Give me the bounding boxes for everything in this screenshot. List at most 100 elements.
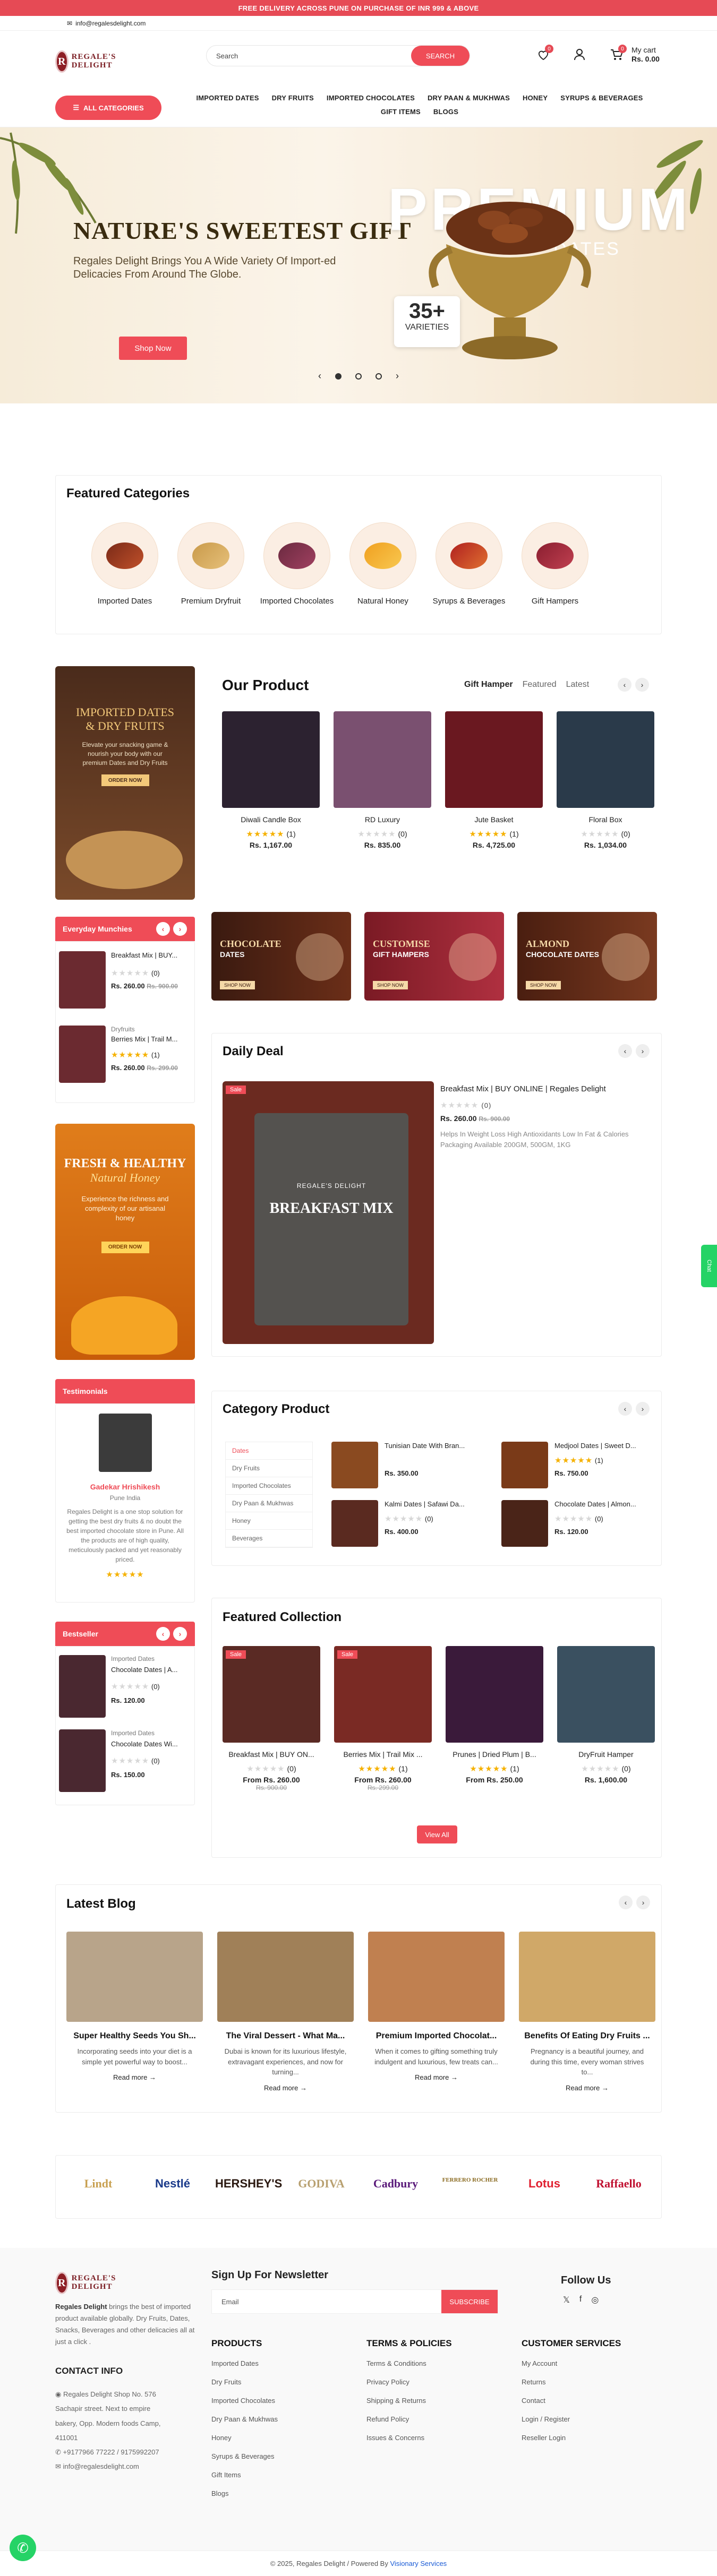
search-box[interactable]: Search SEARCH: [206, 45, 470, 66]
category-tab-5[interactable]: Beverages: [226, 1530, 312, 1547]
munchies-item[interactable]: Dryfruits Berries Mix | Trail M... ★★★★★ (…: [56, 1026, 195, 1095]
mid-banner-button[interactable]: SHOP NOW: [220, 981, 255, 989]
promo-left-button[interactable]: ORDER NOW: [101, 774, 149, 787]
category-tab-4[interactable]: Honey: [226, 1512, 312, 1530]
footer-link-products[interactable]: Gift Items: [211, 2466, 278, 2484]
slider-dot-2[interactable]: [355, 373, 362, 380]
phone-row[interactable]: ✆ +9177966 77222 / 9175992207: [55, 2445, 172, 2459]
top-email[interactable]: ✉ info@regalesdelight.com: [67, 20, 146, 27]
mid-banner-1[interactable]: CUSTOMISE GIFT HAMPERS SHOP NOW: [364, 912, 504, 1001]
bestseller-item[interactable]: Imported Dates Chocolate Dates Wi... ★★★★★…: [56, 1729, 195, 1798]
tab-featured[interactable]: Featured: [523, 680, 557, 690]
collection-card[interactable]: Sale Breakfast Mix | BUY ON... ★★★★★ (0) Fr…: [223, 1646, 320, 1791]
deal-prev-icon[interactable]: ‹: [618, 1044, 632, 1058]
twitter-icon[interactable]: 𝕏: [563, 2295, 570, 2305]
subscribe-button[interactable]: SUBSCRIBE: [441, 2290, 498, 2313]
bestseller-next-icon[interactable]: ›: [173, 1627, 187, 1641]
read-more-link[interactable]: Read more →: [66, 2073, 203, 2081]
chat-tab[interactable]: Chat: [701, 1245, 717, 1287]
read-more-link[interactable]: Read more →: [368, 2073, 505, 2081]
blog-card[interactable]: Super Healthy Seeds You Sh... Incorporati…: [66, 1932, 203, 2081]
nav-item-6[interactable]: GIFT ITEMS: [381, 105, 421, 119]
catprod-next-icon[interactable]: ›: [636, 1402, 650, 1416]
footer-link-service[interactable]: Reseller Login: [522, 2428, 621, 2447]
honey-promo[interactable]: FRESH & HEALTHY Natural Honey Experience…: [55, 1124, 195, 1360]
blog-card[interactable]: Benefits Of Eating Dry Fruits ... Pregnan…: [519, 1932, 655, 2092]
category-card-2[interactable]: Imported Chocolates: [260, 522, 334, 606]
nav-item-7[interactable]: BLOGS: [433, 105, 458, 119]
category-product-item[interactable]: Medjool Dates | Sweet D... ★★★★★ (1) Rs. 7…: [501, 1442, 650, 1495]
tab-latest[interactable]: Latest: [566, 680, 590, 690]
read-more-link[interactable]: Read more →: [519, 2084, 655, 2092]
blog-card[interactable]: Premium Imported Chocolat... When it come…: [368, 1932, 505, 2081]
slider-prev-icon[interactable]: ‹: [318, 371, 321, 382]
imported-dates-promo[interactable]: IMPORTED DATES & DRY FRUITS Elevate your…: [55, 666, 195, 900]
footer-link-service[interactable]: My Account: [522, 2354, 621, 2373]
footer-link-products[interactable]: Dry Fruits: [211, 2373, 278, 2391]
product-card[interactable]: Jute Basket ★★★★★ (1) Rs. 4,725.00: [445, 711, 543, 849]
slider-dot-3[interactable]: [375, 373, 382, 380]
footer-link-products[interactable]: Imported Chocolates: [211, 2391, 278, 2410]
deal-next-icon[interactable]: ›: [636, 1044, 650, 1058]
facebook-icon[interactable]: f: [579, 2295, 582, 2305]
site-logo[interactable]: R REGALE'S DELIGHT: [55, 31, 117, 92]
nav-item-1[interactable]: DRY FRUITS: [272, 91, 314, 105]
category-card-4[interactable]: Syrups & Beverages: [432, 522, 506, 606]
product-card[interactable]: RD Luxury ★★★★★ (0) Rs. 835.00: [334, 711, 431, 849]
blog-card[interactable]: The Viral Dessert - What Ma... Dubai is k…: [217, 1932, 354, 2092]
munchies-next-icon[interactable]: ›: [173, 922, 187, 936]
category-tab-1[interactable]: Dry Fruits: [226, 1460, 312, 1477]
whatsapp-icon[interactable]: ✆: [10, 2535, 36, 2561]
munchies-item[interactable]: Breakfast Mix | BUY... ★★★★★ (0) Rs. 260.0…: [56, 951, 195, 1020]
catprod-prev-icon[interactable]: ‹: [618, 1402, 632, 1416]
newsletter-email-input[interactable]: Email SUBSCRIBE: [211, 2289, 498, 2314]
category-tab-2[interactable]: Imported Chocolates: [226, 1477, 312, 1495]
footer-link-products[interactable]: Imported Dates: [211, 2354, 278, 2373]
footer-link-terms[interactable]: Privacy Policy: [366, 2373, 452, 2391]
view-all-button[interactable]: View All: [417, 1825, 457, 1843]
footer-link-service[interactable]: Contact: [522, 2391, 621, 2410]
footer-link-terms[interactable]: Terms & Conditions: [366, 2354, 452, 2373]
footer-link-products[interactable]: Honey: [211, 2428, 278, 2447]
deal-product-name[interactable]: Breakfast Mix | BUY ONLINE | Regales Del…: [440, 1084, 606, 1093]
cart-icon[interactable]: 0: [609, 45, 627, 63]
nav-item-2[interactable]: IMPORTED CHOCOLATES: [327, 91, 415, 105]
category-product-item[interactable]: Tunisian Date With Bran... Rs. 350.00: [331, 1442, 480, 1495]
footer-logo[interactable]: R REGALE'S DELIGHT: [55, 2267, 117, 2299]
product-card[interactable]: Floral Box ★★★★★ (0) Rs. 1,034.00: [557, 711, 654, 849]
nav-item-0[interactable]: IMPORTED DATES: [196, 91, 259, 105]
bestseller-item[interactable]: Imported Dates Chocolate Dates | A... ★★★★…: [56, 1655, 195, 1724]
cart-summary[interactable]: My cart Rs. 0.00: [631, 46, 660, 64]
honey-button[interactable]: ORDER NOW: [101, 1241, 149, 1253]
footer-link-terms[interactable]: Shipping & Returns: [366, 2391, 452, 2410]
tab-gift-hamper[interactable]: Gift Hamper: [464, 680, 513, 690]
category-tab-0[interactable]: Dates: [226, 1442, 312, 1460]
nav-item-3[interactable]: DRY PAAN & MUKHWAS: [428, 91, 510, 105]
search-button[interactable]: SEARCH: [411, 46, 470, 66]
slider-dot-1[interactable]: [335, 373, 342, 380]
munchies-prev-icon[interactable]: ‹: [156, 922, 170, 936]
mid-banner-2[interactable]: ALMOND CHOCOLATE DATES SHOP NOW: [517, 912, 657, 1001]
blog-next-icon[interactable]: ›: [636, 1896, 650, 1909]
mid-banner-button[interactable]: SHOP NOW: [526, 981, 561, 989]
footer-link-service[interactable]: Login / Register: [522, 2410, 621, 2428]
mid-banner-button[interactable]: SHOP NOW: [373, 981, 408, 989]
footer-email-row[interactable]: ✉ info@regalesdelight.com: [55, 2459, 172, 2474]
slider-next-icon[interactable]: ›: [396, 371, 399, 382]
category-card-0[interactable]: Imported Dates: [88, 522, 162, 606]
footer-link-products[interactable]: Syrups & Beverages: [211, 2447, 278, 2466]
footer-link-terms[interactable]: Refund Policy: [366, 2410, 452, 2428]
daily-deal-image[interactable]: Sale REGALE'S DELIGHT BREAKFAST MIX: [223, 1081, 434, 1344]
powered-link[interactable]: Visionary Services: [390, 2560, 447, 2568]
shop-now-button[interactable]: Shop Now: [119, 337, 187, 360]
product-next-icon[interactable]: ›: [635, 678, 649, 692]
read-more-link[interactable]: Read more →: [217, 2084, 354, 2092]
category-product-item[interactable]: Kalmi Dates | Safawi Da... ★★★★★ (0) Rs. 4…: [331, 1500, 480, 1553]
category-product-item[interactable]: Chocolate Dates | Almon... ★★★★★ (0) Rs. 1…: [501, 1500, 650, 1553]
search-input[interactable]: Search: [216, 52, 238, 60]
category-card-3[interactable]: Natural Honey: [346, 522, 420, 606]
bestseller-prev-icon[interactable]: ‹: [156, 1627, 170, 1641]
nav-item-4[interactable]: HONEY: [523, 91, 548, 105]
blog-prev-icon[interactable]: ‹: [619, 1896, 633, 1909]
collection-card[interactable]: Sale Berries Mix | Trail Mix ... ★★★★★ (1)…: [334, 1646, 432, 1791]
